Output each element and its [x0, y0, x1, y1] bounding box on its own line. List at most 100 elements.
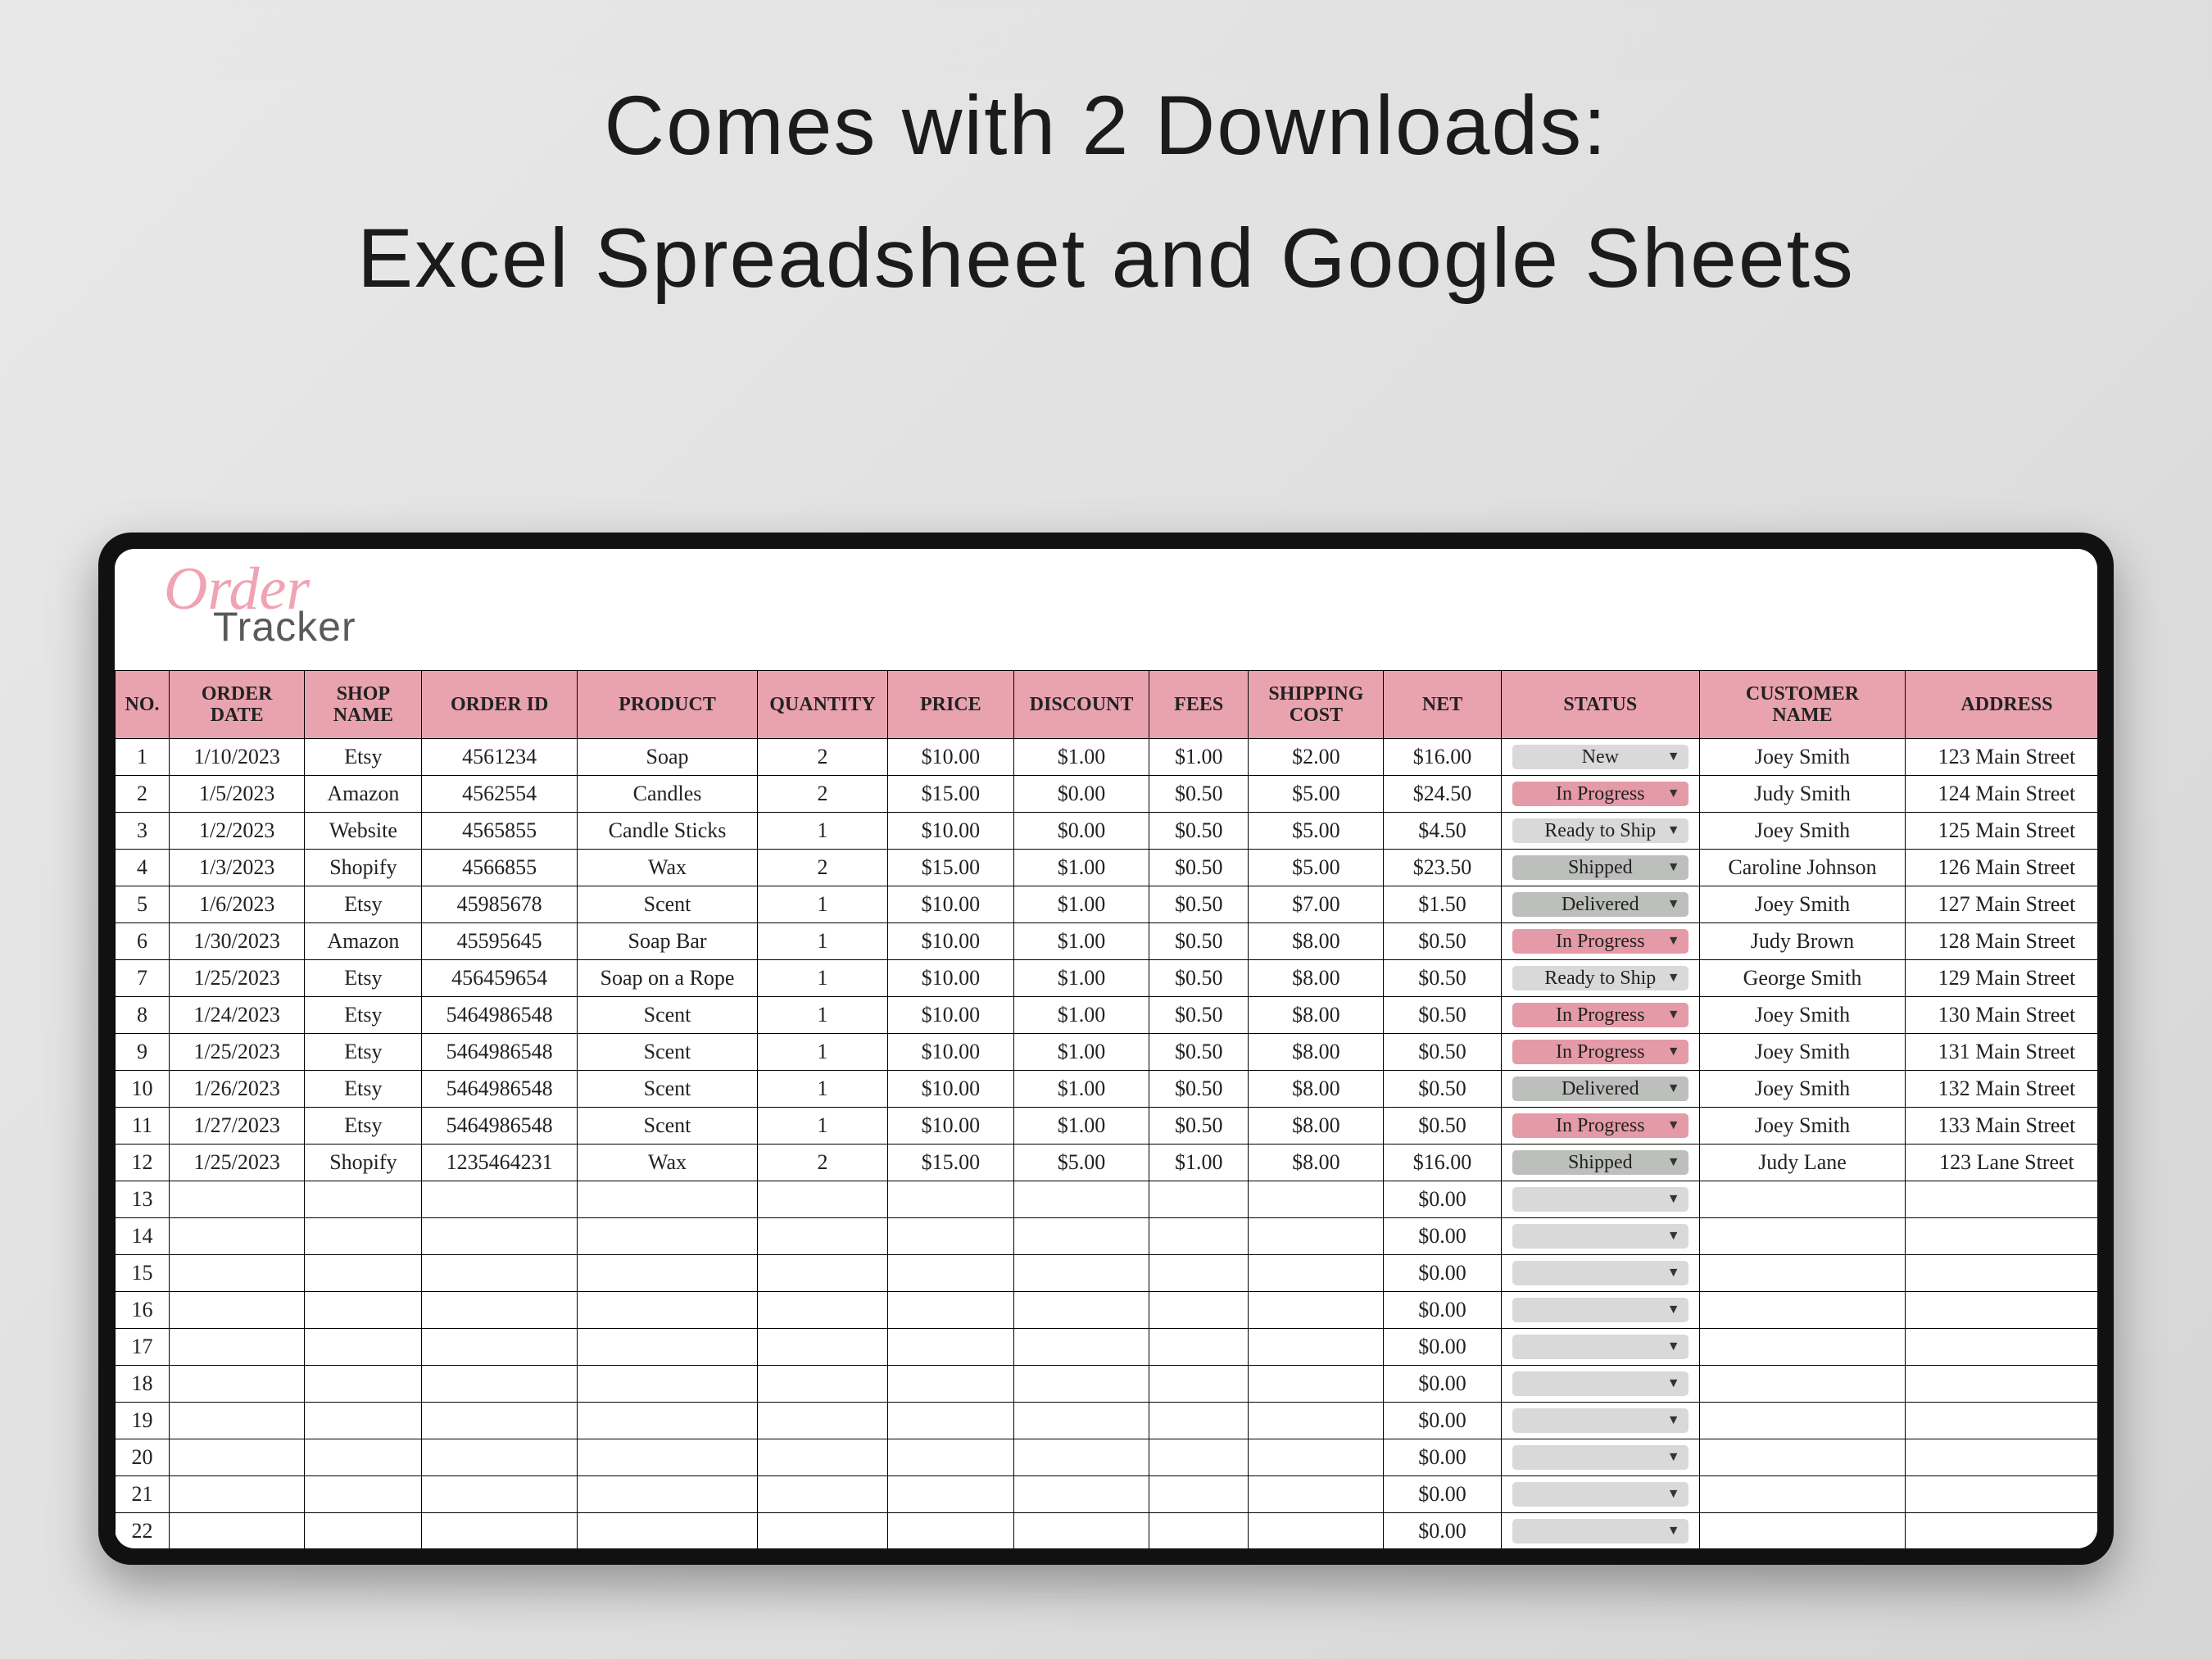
cell-disc[interactable]: $1.00 [1013, 997, 1149, 1034]
cell-no[interactable]: 10 [116, 1071, 170, 1108]
column-header[interactable]: ADDRESS [1906, 671, 2097, 739]
cell-ship[interactable] [1249, 1255, 1384, 1292]
status-dropdown[interactable]: .▼ [1512, 1187, 1688, 1212]
cell-addr[interactable]: 126 Main Street [1906, 850, 2097, 886]
status-dropdown[interactable]: In Progress▼ [1512, 1113, 1688, 1138]
cell-product[interactable]: Soap Bar [577, 923, 757, 960]
cell-price[interactable] [887, 1292, 1013, 1329]
cell-no[interactable]: 15 [116, 1255, 170, 1292]
cell-ship[interactable]: $8.00 [1249, 960, 1384, 997]
cell-shop[interactable]: Shopify [305, 850, 422, 886]
status-dropdown[interactable]: .▼ [1512, 1298, 1688, 1322]
cell-shop[interactable] [305, 1403, 422, 1439]
cell-product[interactable]: Wax [577, 1145, 757, 1181]
cell-date[interactable]: 1/25/2023 [170, 960, 305, 997]
cell-addr[interactable]: 128 Main Street [1906, 923, 2097, 960]
column-header[interactable]: SHIPPINGCOST [1249, 671, 1384, 739]
cell-shop[interactable]: Etsy [305, 1034, 422, 1071]
cell-no[interactable]: 1 [116, 739, 170, 776]
cell-cust[interactable]: Judy Lane [1699, 1145, 1905, 1181]
cell-cust[interactable] [1699, 1292, 1905, 1329]
cell-qty[interactable] [758, 1181, 888, 1218]
cell-ship[interactable] [1249, 1218, 1384, 1255]
cell-disc[interactable]: $1.00 [1013, 960, 1149, 997]
cell-cust[interactable]: Judy Brown [1699, 923, 1905, 960]
cell-orderid[interactable] [422, 1329, 577, 1366]
cell-status[interactable]: In Progress▼ [1501, 923, 1699, 960]
cell-ship[interactable] [1249, 1366, 1384, 1403]
column-header[interactable]: ORDERDATE [170, 671, 305, 739]
status-dropdown[interactable]: .▼ [1512, 1408, 1688, 1433]
cell-product[interactable] [577, 1292, 757, 1329]
cell-disc[interactable] [1013, 1403, 1149, 1439]
cell-price[interactable]: $10.00 [887, 739, 1013, 776]
cell-product[interactable] [577, 1513, 757, 1549]
cell-cust[interactable] [1699, 1181, 1905, 1218]
cell-disc[interactable]: $1.00 [1013, 850, 1149, 886]
column-header[interactable]: NET [1384, 671, 1501, 739]
cell-no[interactable]: 5 [116, 886, 170, 923]
cell-no[interactable]: 11 [116, 1108, 170, 1145]
cell-disc[interactable]: $1.00 [1013, 1034, 1149, 1071]
cell-addr[interactable]: 130 Main Street [1906, 997, 2097, 1034]
cell-addr[interactable] [1906, 1403, 2097, 1439]
cell-price[interactable] [887, 1476, 1013, 1513]
status-dropdown[interactable]: Delivered▼ [1512, 892, 1688, 917]
cell-addr[interactable]: 132 Main Street [1906, 1071, 2097, 1108]
cell-fees[interactable] [1149, 1366, 1249, 1403]
cell-qty[interactable] [758, 1366, 888, 1403]
status-dropdown[interactable]: Shipped▼ [1512, 1150, 1688, 1175]
cell-fees[interactable]: $0.50 [1149, 813, 1249, 850]
cell-disc[interactable]: $0.00 [1013, 813, 1149, 850]
column-header[interactable]: STATUS [1501, 671, 1699, 739]
cell-shop[interactable]: Amazon [305, 923, 422, 960]
cell-product[interactable]: Scent [577, 1034, 757, 1071]
cell-product[interactable]: Candles [577, 776, 757, 813]
cell-cust[interactable] [1699, 1218, 1905, 1255]
cell-orderid[interactable]: 4562554 [422, 776, 577, 813]
cell-status[interactable]: .▼ [1501, 1292, 1699, 1329]
cell-no[interactable]: 12 [116, 1145, 170, 1181]
column-header[interactable]: FEES [1149, 671, 1249, 739]
cell-orderid[interactable]: 45595645 [422, 923, 577, 960]
cell-qty[interactable] [758, 1329, 888, 1366]
cell-no[interactable]: 9 [116, 1034, 170, 1071]
cell-status[interactable]: Ready to Ship▼ [1501, 960, 1699, 997]
cell-addr[interactable] [1906, 1255, 2097, 1292]
cell-cust[interactable]: Joey Smith [1699, 886, 1905, 923]
cell-orderid[interactable]: 5464986548 [422, 1034, 577, 1071]
cell-disc[interactable]: $1.00 [1013, 1108, 1149, 1145]
cell-qty[interactable] [758, 1476, 888, 1513]
cell-net[interactable]: $0.00 [1384, 1329, 1501, 1366]
cell-net[interactable]: $0.00 [1384, 1218, 1501, 1255]
cell-qty[interactable] [758, 1439, 888, 1476]
cell-price[interactable]: $10.00 [887, 923, 1013, 960]
cell-orderid[interactable] [422, 1255, 577, 1292]
cell-cust[interactable] [1699, 1366, 1905, 1403]
cell-no[interactable]: 7 [116, 960, 170, 997]
cell-fees[interactable]: $0.50 [1149, 960, 1249, 997]
cell-addr[interactable] [1906, 1181, 2097, 1218]
cell-shop[interactable]: Shopify [305, 1145, 422, 1181]
cell-qty[interactable]: 2 [758, 739, 888, 776]
cell-orderid[interactable] [422, 1218, 577, 1255]
cell-cust[interactable]: Judy Smith [1699, 776, 1905, 813]
cell-fees[interactable] [1149, 1439, 1249, 1476]
cell-date[interactable]: 1/26/2023 [170, 1071, 305, 1108]
cell-addr[interactable]: 127 Main Street [1906, 886, 2097, 923]
cell-cust[interactable] [1699, 1329, 1905, 1366]
cell-net[interactable]: $0.50 [1384, 960, 1501, 997]
cell-status[interactable]: In Progress▼ [1501, 1108, 1699, 1145]
cell-shop[interactable] [305, 1218, 422, 1255]
cell-cust[interactable] [1699, 1513, 1905, 1549]
cell-price[interactable]: $10.00 [887, 813, 1013, 850]
cell-addr[interactable]: 131 Main Street [1906, 1034, 2097, 1071]
status-dropdown[interactable]: In Progress▼ [1512, 1003, 1688, 1027]
cell-qty[interactable]: 1 [758, 1034, 888, 1071]
cell-qty[interactable]: 1 [758, 997, 888, 1034]
column-header[interactable]: ORDER ID [422, 671, 577, 739]
cell-shop[interactable] [305, 1181, 422, 1218]
cell-orderid[interactable]: 5464986548 [422, 1071, 577, 1108]
cell-cust[interactable]: Joey Smith [1699, 1108, 1905, 1145]
column-header[interactable]: SHOPNAME [305, 671, 422, 739]
